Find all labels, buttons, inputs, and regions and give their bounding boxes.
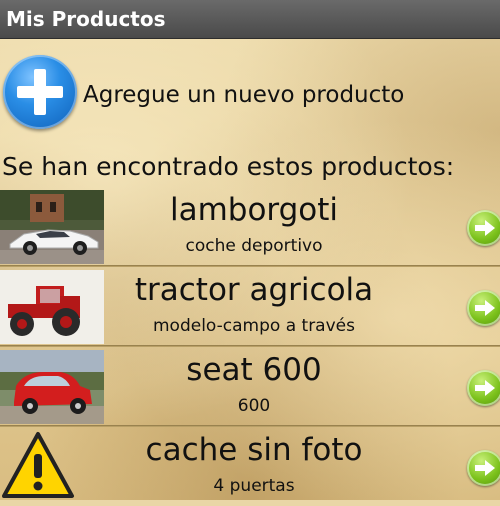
red-tractor-photo [0, 270, 104, 344]
add-product-row[interactable]: Agregue un nuevo producto [0, 52, 500, 138]
title-bar: Mis Productos [0, 0, 500, 39]
product-name: tractor agricola [134, 272, 374, 308]
product-name: lamborgoti [169, 192, 339, 228]
product-name: cache sin foto [145, 432, 363, 468]
divider [0, 265, 500, 267]
divider [0, 425, 500, 427]
plus-icon[interactable] [3, 55, 77, 129]
arrow-right-icon[interactable] [467, 210, 500, 246]
results-header: Se han encontrado estos productos: [2, 152, 455, 181]
list-item[interactable]: seat 600 600 [0, 348, 500, 427]
product-description: 600 [237, 396, 271, 416]
list-item[interactable]: lamborgoti coche deportivo [0, 188, 500, 267]
white-sports-car-photo [0, 190, 104, 264]
arrow-right-icon[interactable] [467, 370, 500, 406]
warning-icon [0, 430, 104, 504]
red-seat-600-photo [0, 350, 104, 424]
divider [0, 345, 500, 347]
arrow-right-icon[interactable] [467, 450, 500, 486]
arrow-right-icon[interactable] [467, 290, 500, 326]
add-product-label[interactable]: Agregue un nuevo producto [83, 82, 404, 108]
product-description: 4 puertas [213, 476, 295, 496]
list-item[interactable]: cache sin foto 4 puertas [0, 428, 500, 506]
app-title: Mis Productos [6, 7, 166, 31]
product-description: modelo-campo a través [153, 316, 355, 336]
product-description: coche deportivo [185, 236, 323, 256]
product-name: seat 600 [186, 352, 322, 388]
list-item[interactable]: tractor agricola modelo-campo a través [0, 268, 500, 347]
